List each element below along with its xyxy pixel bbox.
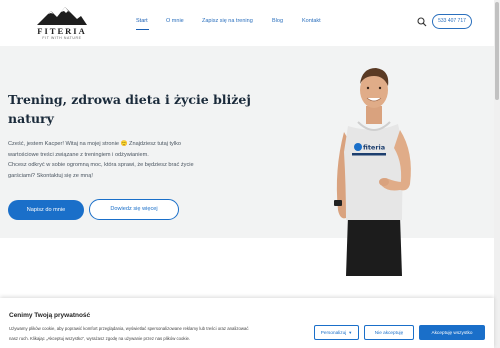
site-header: FITERIA FIT WITH NATURE Start O mnie Zap… bbox=[0, 0, 494, 46]
nav-item-start[interactable]: Start bbox=[136, 18, 148, 24]
cookie-description: Używamy plików cookie, aby poprawić komf… bbox=[9, 324, 309, 344]
hero-intro-text: Cześć, jestem Kacper! Witaj na mojej str… bbox=[8, 139, 248, 181]
scrollbar-thumb[interactable] bbox=[495, 2, 499, 100]
cookie-text-line: nasz ruch. Klikając „Akceptuj wszystko",… bbox=[9, 336, 191, 341]
mountain-logo-icon bbox=[37, 7, 87, 25]
nav-item-kontakt[interactable]: Kontakt bbox=[302, 18, 321, 24]
hero-title-line: Trening, zdrowa dieta i życie bliżej bbox=[8, 92, 251, 107]
phone-button[interactable]: 533 407 717 bbox=[432, 14, 472, 29]
nav-item-zapisz[interactable]: Zapisz się na trening bbox=[202, 18, 253, 24]
hero-text-line: Cześć, jestem Kacper! Witaj na mojej str… bbox=[8, 141, 181, 147]
nav-item-o-mnie[interactable]: O mnie bbox=[166, 18, 184, 24]
reject-cookies-button[interactable]: Nie akceptuję bbox=[364, 325, 414, 340]
hero-text-line: Chcesz odkryć w sobie ogromną moc, która… bbox=[8, 162, 194, 168]
personalize-label: Personalizuj bbox=[320, 330, 347, 335]
search-icon[interactable] bbox=[417, 17, 427, 27]
hero-text-line: garściami? Skontaktuj się ze mną! bbox=[8, 172, 93, 179]
active-nav-underline bbox=[136, 29, 149, 30]
cookie-text-line: Używamy plików cookie, aby poprawić komf… bbox=[9, 326, 249, 331]
accept-all-cookies-button[interactable]: Akceptuję wszystko bbox=[419, 325, 485, 340]
shirt-logo-text: fiteria bbox=[363, 144, 385, 152]
learn-more-button[interactable]: Dowiedz się więcej bbox=[89, 199, 179, 220]
nav-item-blog[interactable]: Blog bbox=[272, 18, 283, 24]
logo[interactable]: FITERIA FIT WITH NATURE bbox=[34, 7, 90, 41]
logo-name: FITERIA bbox=[37, 26, 87, 36]
caret-down-icon: ▼ bbox=[348, 330, 353, 335]
personalize-button[interactable]: Personalizuj ▼ bbox=[314, 325, 359, 340]
cookie-banner: Cenimy Twoją prywatność Używamy plików c… bbox=[0, 298, 494, 348]
cookie-title: Cenimy Twoją prywatność bbox=[9, 312, 91, 319]
hero-title-line: natury bbox=[8, 111, 54, 126]
scrollbar[interactable] bbox=[494, 0, 500, 348]
contact-me-button[interactable]: Napisz do mnie bbox=[8, 200, 84, 220]
logo-tagline: FIT WITH NATURE bbox=[42, 36, 82, 40]
trainer-photo: fiteria bbox=[334, 68, 411, 276]
hero-title: Trening, zdrowa dieta i życie bliżej nat… bbox=[8, 90, 268, 128]
hero-text-line: wartościowe treści związane z treningiem… bbox=[8, 151, 149, 158]
